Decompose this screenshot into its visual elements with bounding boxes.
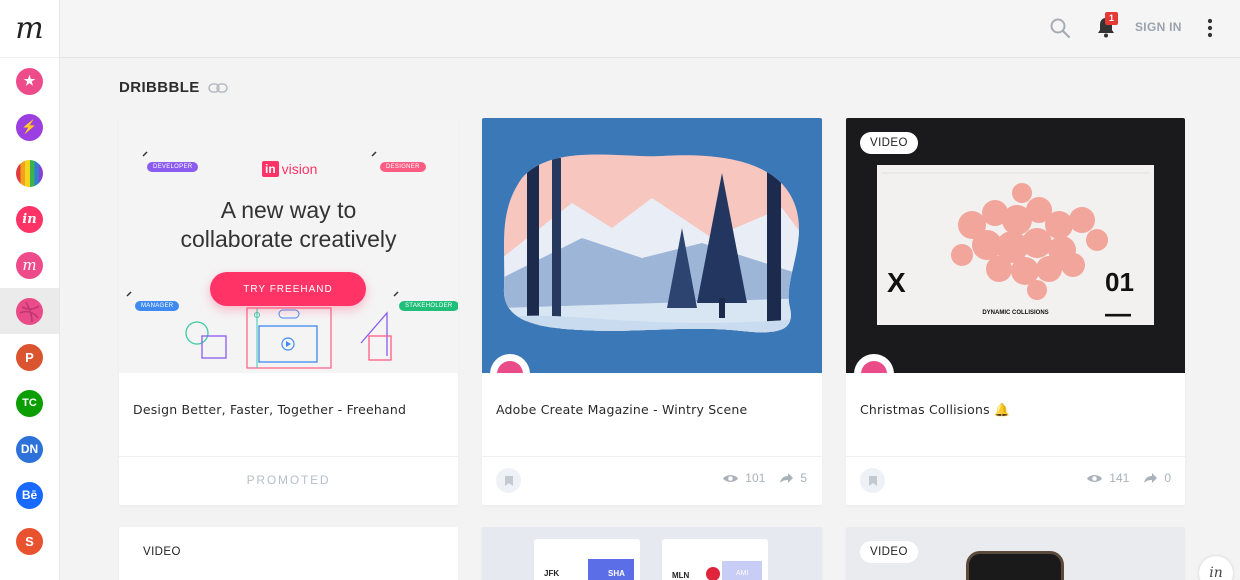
promo-card[interactable]: in vision DEVELOPER DESIGNER MANAGER STA… (119, 118, 458, 505)
source-product-hunt[interactable]: P (0, 334, 59, 380)
video-badge: VIDEO (860, 541, 918, 563)
mini-screen: JFK SHA (534, 539, 640, 580)
video-caption: DYNAMIC COLLISIONS (982, 310, 1049, 316)
view-count: 101 (745, 471, 766, 485)
section-title: DRIBBBLE (119, 79, 200, 96)
card-title[interactable]: Adobe Create Magazine - Wintry Scene (496, 402, 747, 417)
video-badge: VIDEO (133, 541, 191, 563)
avatar[interactable] (856, 356, 892, 373)
rainbow-icon (16, 159, 43, 187)
help-chat-button[interactable]: in (1199, 556, 1233, 580)
bookmark-icon (504, 475, 513, 486)
promo-illustration (126, 151, 399, 369)
dribbble-icon (16, 297, 43, 325)
phone-illustration (966, 551, 1064, 580)
source-behance[interactable]: Bē (0, 472, 59, 518)
source-colors[interactable] (0, 150, 59, 196)
winter-illustration (503, 154, 800, 333)
card-stats: 101 5 (722, 471, 807, 485)
bookmark-button[interactable] (496, 468, 521, 493)
eye-icon (723, 474, 739, 482)
link-icon[interactable] (207, 82, 228, 94)
card-footer: 141 0 (846, 456, 1185, 505)
promo-media[interactable]: in vision DEVELOPER DESIGNER MANAGER STA… (119, 118, 458, 373)
more-menu-icon[interactable] (1200, 16, 1220, 40)
star-icon: ★ (16, 67, 43, 95)
smashing-icon: S (16, 527, 43, 555)
video-media[interactable]: X 01— DYNAMIC COLLISIONS VIDEO (846, 118, 1185, 373)
source-list: ★ ⚡ in m P TC DN Bē S (0, 58, 59, 564)
share-count: 0 (1164, 471, 1171, 485)
source-dribbble[interactable] (0, 288, 59, 334)
behance-icon: Bē (16, 481, 43, 509)
sidebar: m ★ ⚡ in m P TC DN Bē S (0, 0, 60, 580)
invision-icon: in (16, 205, 43, 233)
notification-badge: 1 (1105, 12, 1118, 25)
mini-screen: MLN AMI (662, 539, 768, 580)
video-right-text: 01— (1105, 267, 1134, 328)
video-badge: VIDEO (860, 132, 918, 154)
shot-card[interactable]: VIDEO (119, 527, 458, 580)
card-stats: 141 0 (1086, 471, 1171, 485)
muzli-icon: m (16, 251, 43, 279)
source-favorites[interactable]: ★ (0, 58, 59, 104)
source-techcrunch[interactable]: TC (0, 380, 59, 426)
muzli-logo[interactable]: m (0, 0, 59, 58)
shot-card[interactable]: Adobe Create Magazine - Wintry Scene 101… (482, 118, 822, 505)
card-title[interactable]: Christmas Collisions 🔔 (860, 402, 1010, 418)
source-muzli[interactable]: m (0, 242, 59, 288)
shot-card[interactable]: VIDEO (846, 527, 1185, 580)
designer-news-icon: DN (16, 435, 43, 463)
bookmark-icon (868, 475, 877, 486)
try-freehand-button[interactable]: TRY FREEHAND (210, 272, 366, 306)
source-designer-news[interactable]: DN (0, 426, 59, 472)
topbar: 1 SIGN IN (60, 0, 1240, 58)
view-count: 141 (1109, 471, 1130, 485)
video-frame: X 01— DYNAMIC COLLISIONS (877, 165, 1154, 328)
shot-card[interactable]: X 01— DYNAMIC COLLISIONS VIDEO Christmas… (846, 118, 1185, 505)
video-left-text: X (887, 267, 906, 298)
bookmark-button[interactable] (860, 468, 885, 493)
share-icon[interactable] (1143, 472, 1158, 484)
techcrunch-icon: TC (16, 389, 43, 417)
product-hunt-icon: P (16, 343, 43, 371)
sign-in-link[interactable]: SIGN IN (1135, 20, 1182, 34)
card-footer: 101 5 (482, 456, 821, 505)
promoted-label: PROMOTED (119, 456, 458, 505)
section-header: DRIBBBLE (119, 79, 228, 96)
bolt-icon: ⚡ (16, 113, 43, 141)
share-icon[interactable] (779, 472, 794, 484)
shot-media[interactable] (482, 118, 822, 373)
search-icon[interactable] (1049, 17, 1071, 39)
source-smashing[interactable]: S (0, 518, 59, 564)
shot-card[interactable]: JFK SHA MLN AMI (482, 527, 822, 580)
eye-icon (1087, 474, 1103, 482)
source-invision[interactable]: in (0, 196, 59, 242)
source-trending[interactable]: ⚡ (0, 104, 59, 150)
share-count: 5 (800, 471, 807, 485)
card-title[interactable]: Design Better, Faster, Together - Freeha… (133, 402, 406, 417)
